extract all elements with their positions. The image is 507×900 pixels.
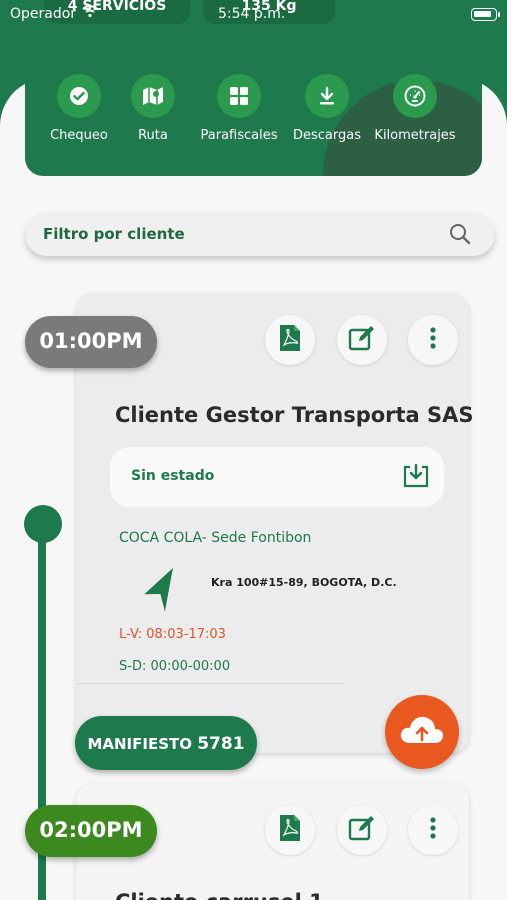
edit-button[interactable]	[337, 805, 387, 855]
service-time-badge: 02:00PM	[25, 805, 157, 857]
edit-icon	[348, 814, 376, 846]
quick-menu: Chequeo Ruta Parafiscales Descargas Kilo…	[25, 42, 482, 176]
status-bar: 4 SERVICIOS 135 Kg Operador 5:54 p.m.	[0, 0, 507, 30]
site-address: Kra 100#15-89, BOGOTA, D.C.	[211, 576, 397, 589]
client-filter-search[interactable]: Filtro por cliente	[25, 212, 495, 256]
menu-label: Descargas	[292, 128, 361, 143]
pdf-icon	[278, 324, 302, 356]
service-time-badge: 01:00PM	[25, 316, 157, 368]
cloud-upload-icon	[399, 713, 445, 751]
menu-item-parafiscales[interactable]: Parafiscales	[194, 74, 284, 143]
site-name: COCA COLA- Sede Fontibon	[119, 530, 312, 546]
pdf-icon	[278, 814, 302, 846]
more-options-button[interactable]	[408, 805, 458, 855]
service-status-selector[interactable]: Sin estado	[110, 447, 444, 507]
status-label: Sin estado	[131, 468, 215, 484]
schedule-weekend: S-D: 00:00-00:00	[119, 659, 231, 674]
pdf-button[interactable]	[265, 805, 315, 855]
divider	[76, 683, 344, 684]
client-name: Cliente carrusel 1	[115, 890, 324, 900]
timeline-dot	[24, 505, 62, 543]
menu-label: Chequeo	[50, 128, 108, 143]
carrier-label: Operador	[10, 6, 77, 22]
download-icon	[305, 74, 349, 118]
edit-button[interactable]	[337, 315, 387, 365]
menu-item-descargas[interactable]: Descargas	[282, 74, 372, 143]
wifi-icon	[82, 4, 98, 22]
search-label: Filtro por cliente	[43, 225, 185, 243]
kebab-menu-icon	[430, 326, 436, 354]
menu-label: Kilometrajes	[374, 128, 456, 143]
search-icon[interactable]	[449, 223, 471, 249]
menu-item-ruta[interactable]: Ruta	[108, 74, 198, 143]
upload-button[interactable]	[385, 695, 459, 769]
navigation-arrow-icon[interactable]	[140, 567, 180, 618]
menu-item-kilometrajes[interactable]: Kilometrajes	[370, 74, 460, 143]
grid-icon	[217, 74, 261, 118]
kebab-menu-icon	[430, 816, 436, 844]
manifest-label: MANIFIESTO	[87, 735, 192, 753]
client-name: Cliente Gestor Transporta SAS	[115, 403, 474, 427]
schedule-weekday: L-V: 08:03-17:03	[119, 627, 226, 642]
speedometer-icon	[393, 74, 437, 118]
download-box-icon[interactable]	[402, 463, 430, 493]
map-icon	[131, 74, 175, 118]
menu-label: Ruta	[138, 128, 168, 143]
clock: 5:54 p.m.	[218, 6, 286, 22]
pdf-button[interactable]	[265, 315, 315, 365]
check-icon	[57, 74, 101, 118]
manifest-badge[interactable]: MANIFIESTO 5781	[75, 716, 257, 770]
edit-icon	[348, 324, 376, 356]
battery-icon	[471, 8, 500, 21]
manifest-number: 5781	[197, 734, 245, 754]
more-options-button[interactable]	[408, 315, 458, 365]
menu-label: Parafiscales	[200, 128, 278, 143]
